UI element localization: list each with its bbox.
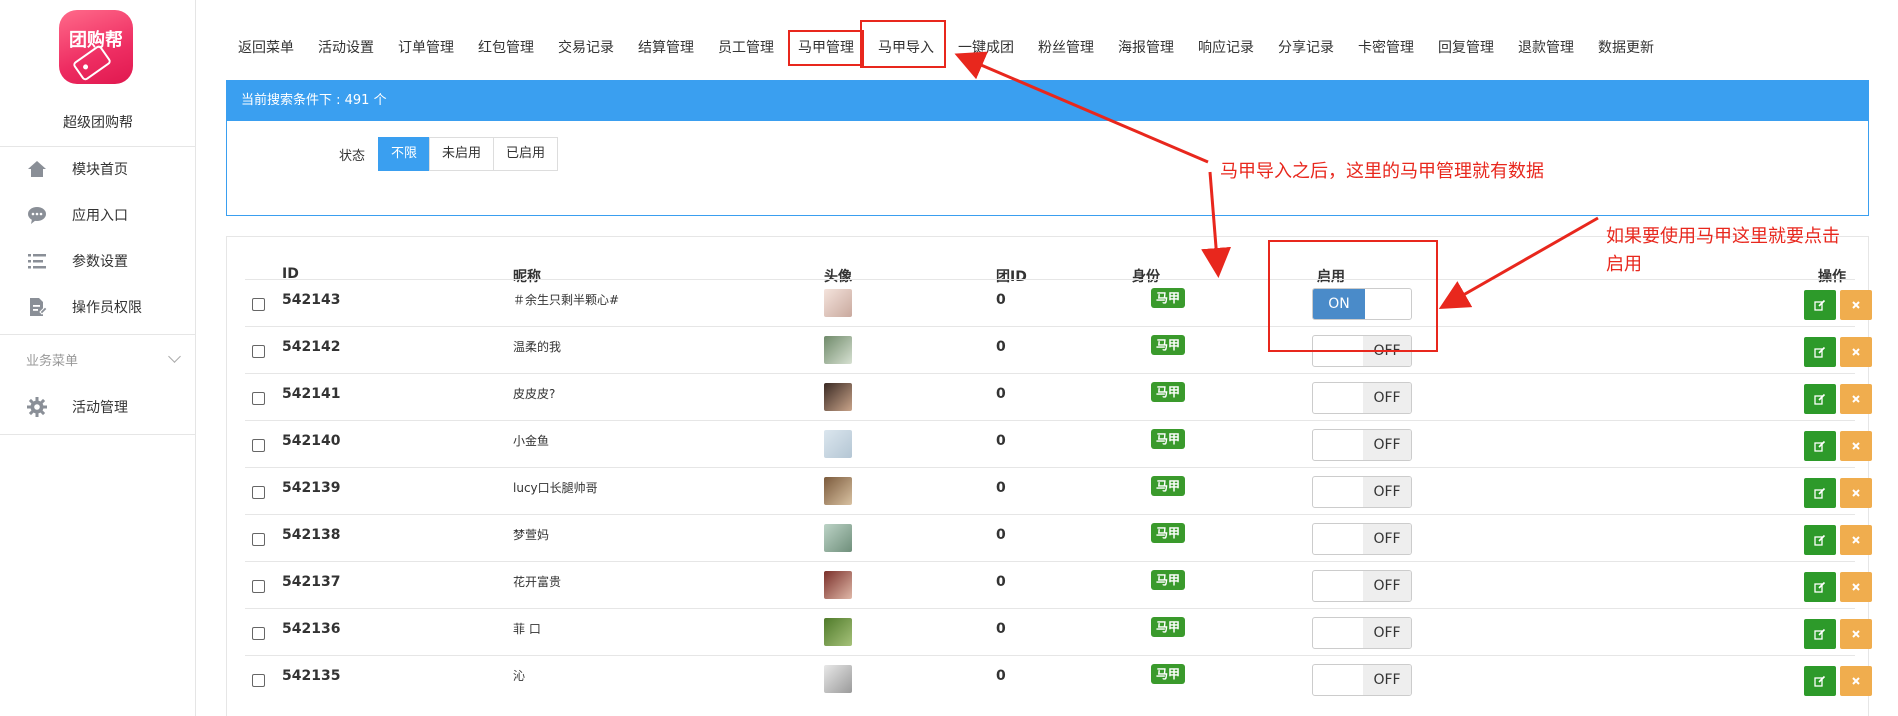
annotation-arrow-to-toggle — [1438, 216, 1599, 309]
annotation-arrow-down — [1201, 171, 1232, 278]
annotation-arrows — [954, 51, 1599, 309]
annotation-arrow-to-tab — [954, 51, 1209, 164]
